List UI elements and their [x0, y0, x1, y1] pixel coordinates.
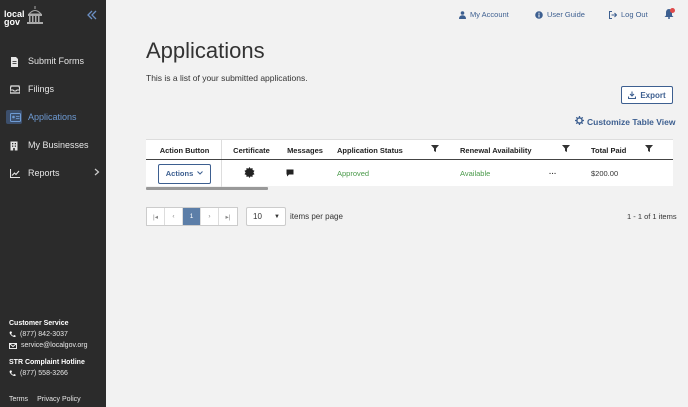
export-label: Export [640, 90, 666, 100]
sidebar: local gov Submit Forms Filings Applicati… [0, 0, 106, 407]
filter-icon[interactable] [645, 145, 653, 154]
user-icon [459, 10, 466, 19]
phone-text: (877) 558-3266 [20, 370, 68, 377]
renewal-availability-value: Available [460, 169, 491, 178]
header-label: Application Status [337, 145, 403, 155]
table-horizontal-scrollbar[interactable] [146, 187, 268, 190]
hotline-heading: STR Complaint Hotline [9, 359, 85, 366]
phone-icon [9, 370, 16, 377]
my-account-label: My Account [470, 10, 509, 19]
table-header: Action Button Certificate Messages Appli… [146, 140, 673, 160]
last-page-button[interactable]: ▸| [219, 208, 237, 225]
filter-icon[interactable] [562, 145, 570, 154]
pagination: |◂ ‹ 1 › ▸| [146, 207, 238, 226]
top-bar: My Account User Guide Log Out [106, 0, 688, 30]
customer-service-heading: Customer Service [9, 320, 69, 327]
messages-cell [286, 160, 294, 187]
terms-link[interactable]: Terms [9, 396, 28, 403]
inbox-icon [9, 84, 21, 94]
logo-text-line2: gov [4, 17, 21, 27]
actions-label: Actions [165, 169, 194, 178]
certificate-cell [244, 160, 255, 187]
total-paid-value: $200.00 [591, 169, 619, 178]
my-account-link[interactable]: My Account [459, 10, 509, 19]
chevron-down-icon [197, 170, 204, 177]
actions-dropdown-button[interactable]: Actions [158, 163, 211, 184]
footer-links: Terms Privacy Policy [9, 396, 81, 403]
items-per-page-value: 10 [253, 212, 262, 221]
capitol-building-icon [27, 6, 43, 24]
sign-out-icon [609, 10, 617, 19]
items-per-page-label: items per page [290, 212, 343, 221]
header-total-paid[interactable]: Total Paid [591, 140, 653, 160]
privacy-policy-link[interactable]: Privacy Policy [37, 396, 81, 403]
sidebar-item-my-businesses[interactable]: My Businesses [0, 131, 106, 159]
sidebar-item-label: My Businesses [28, 140, 89, 150]
user-guide-link[interactable]: User Guide [535, 10, 585, 19]
header-label: Renewal Availability [460, 145, 532, 155]
phone-text: (877) 842-3037 [20, 331, 68, 338]
collapse-sidebar-icon[interactable] [86, 9, 98, 21]
certificate-badge-icon[interactable] [244, 167, 255, 180]
header-application-status[interactable]: Application Status [337, 140, 439, 160]
page-subtitle: This is a list of your submitted applica… [146, 73, 308, 83]
sidebar-item-reports[interactable]: Reports [0, 159, 106, 187]
customize-label: Customize Table View [587, 116, 676, 127]
notifications-bell-icon[interactable] [664, 8, 675, 21]
message-icon[interactable] [286, 169, 294, 179]
items-per-page-select[interactable]: 10 ▼ [246, 207, 286, 226]
notification-badge [670, 8, 675, 13]
chevron-right-icon [94, 168, 100, 178]
envelope-icon [9, 342, 17, 349]
next-page-button[interactable]: › [201, 208, 219, 225]
header-certificate[interactable]: Certificate [225, 140, 278, 160]
sidebar-footer: Customer Service (877) 842-3037 service@… [9, 320, 104, 403]
sidebar-item-label: Applications [28, 112, 77, 122]
hotline-phone[interactable]: (877) 558-3266 [9, 370, 104, 377]
page-1-button[interactable]: 1 [183, 208, 201, 225]
sidebar-item-label: Submit Forms [28, 56, 85, 66]
header-renewal-availability[interactable]: Renewal Availability [460, 140, 570, 160]
customize-table-view-button[interactable]: Customize Table View [575, 116, 676, 127]
caret-down-icon: ▼ [274, 213, 280, 220]
user-guide-label: User Guide [547, 10, 585, 19]
building-icon [10, 141, 19, 150]
logo-text: local gov [4, 10, 25, 27]
phone-icon [9, 331, 16, 338]
actions-cell: Actions [158, 160, 211, 187]
header-messages[interactable]: Messages [280, 140, 330, 160]
page-title: Applications [146, 38, 265, 63]
info-circle-icon [535, 10, 543, 19]
sidebar-item-filings[interactable]: Filings [0, 75, 106, 103]
header-label: Total Paid [591, 145, 627, 155]
pagination-range: 1 - 1 of 1 items [627, 212, 677, 221]
chart-icon [9, 168, 20, 178]
sidebar-item-applications[interactable]: Applications [0, 103, 106, 131]
localgov-logo[interactable]: local gov [4, 5, 44, 27]
customer-service-phone[interactable]: (877) 842-3037 [9, 331, 104, 338]
first-page-button[interactable]: |◂ [147, 208, 165, 225]
gear-icon [575, 116, 584, 127]
sidebar-item-submit-forms[interactable]: Submit Forms [0, 47, 106, 75]
sidebar-item-label: Reports [28, 168, 60, 178]
log-out-label: Log Out [621, 10, 648, 19]
previous-page-button[interactable]: ‹ [165, 208, 183, 225]
applications-table: Action Button Certificate Messages Appli… [146, 139, 673, 187]
more-options-icon[interactable]: ··· [549, 160, 557, 187]
sidebar-item-label: Filings [28, 84, 55, 94]
customer-service-email[interactable]: service@localgov.org [9, 342, 104, 349]
header-action-button: Action Button [159, 145, 210, 155]
file-icon [10, 56, 19, 67]
table-row: Actions Approved Available ··· $200.00 [146, 160, 673, 187]
status-badge: Approved [337, 169, 370, 178]
email-text: service@localgov.org [21, 342, 88, 349]
sidebar-nav: Submit Forms Filings Applications My Bus… [0, 47, 106, 187]
id-card-icon [10, 112, 21, 122]
log-out-link[interactable]: Log Out [609, 10, 648, 19]
filter-icon[interactable] [431, 145, 439, 154]
download-icon [628, 91, 637, 99]
export-button[interactable]: Export [621, 86, 673, 104]
